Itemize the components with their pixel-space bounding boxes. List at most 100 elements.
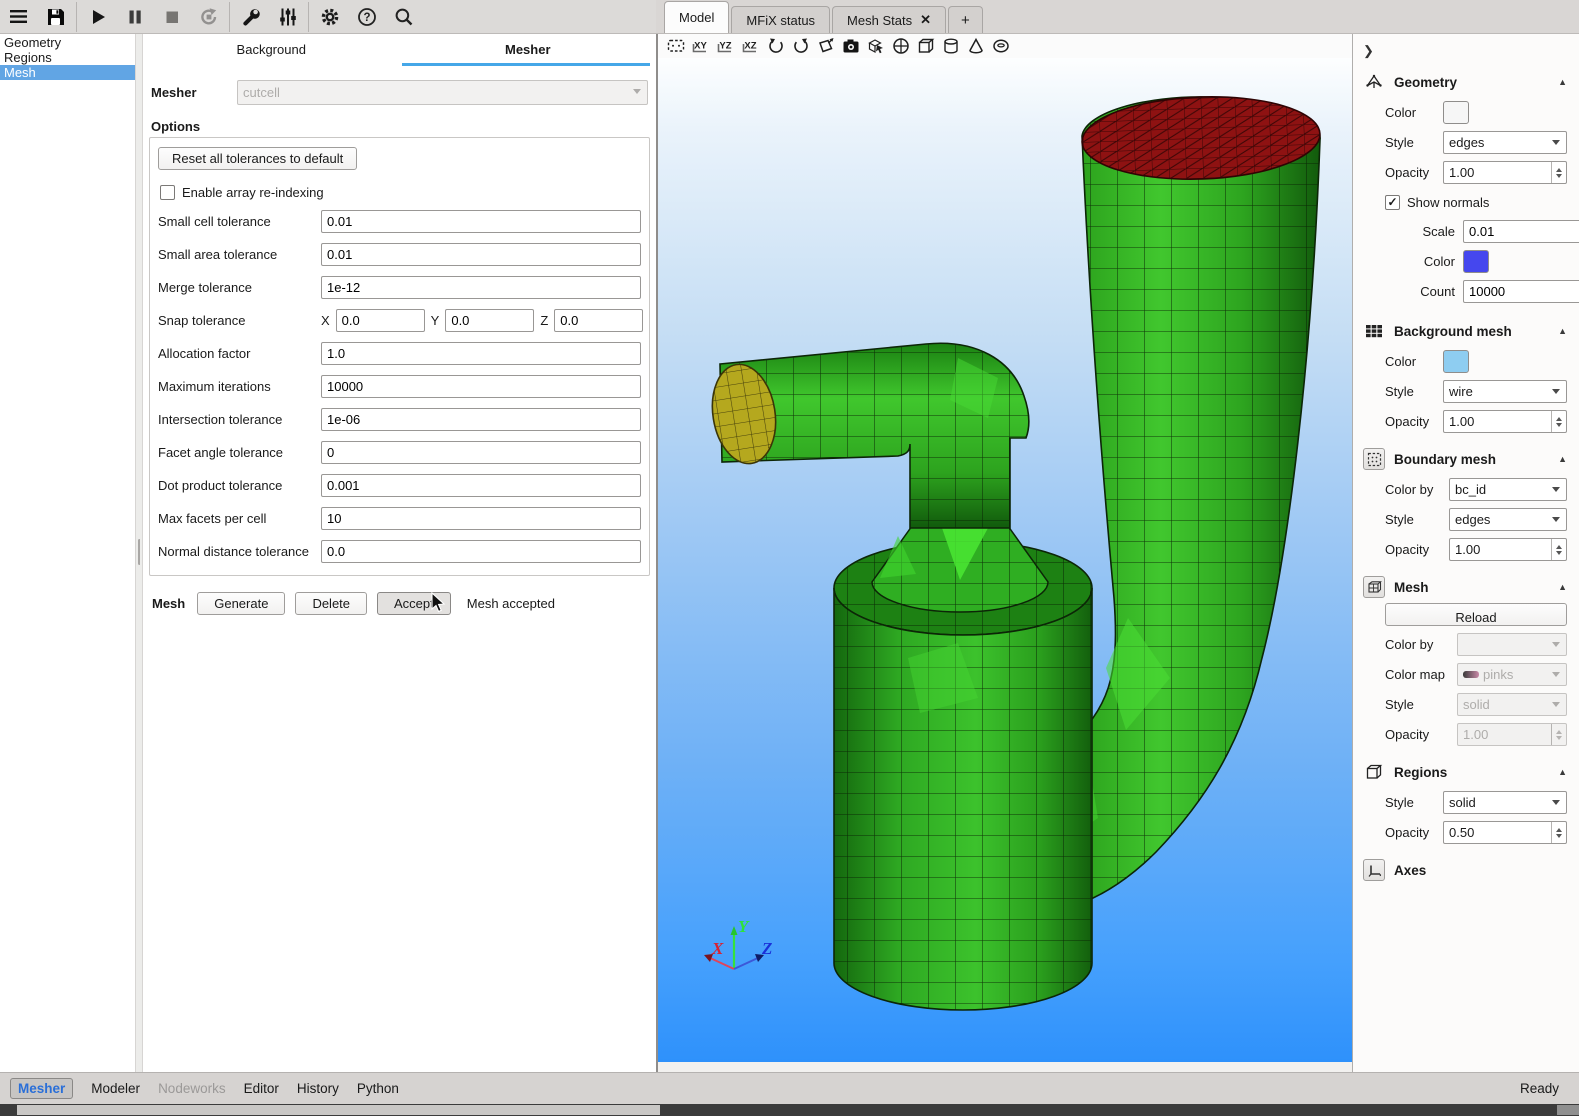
regions-icon <box>1363 761 1385 783</box>
max-facets-per-cell-input[interactable] <box>321 507 641 530</box>
snap-y-input[interactable] <box>445 309 534 332</box>
boundary-mesh-colorby-select[interactable]: bc_id <box>1449 478 1567 501</box>
horizontal-scrollbar[interactable] <box>0 1104 1579 1116</box>
snap-x-input[interactable] <box>336 309 425 332</box>
mesh-colormap-select[interactable]: pinks <box>1457 663 1567 686</box>
merge-tolerance-input[interactable] <box>321 276 641 299</box>
delete-button[interactable]: Delete <box>295 592 367 615</box>
intersection-tolerance-input[interactable] <box>321 408 641 431</box>
collapse-arrow-icon[interactable]: ▲ <box>1558 77 1569 87</box>
normals-color-swatch[interactable] <box>1463 250 1489 273</box>
facet-angle-tolerance-input[interactable] <box>321 441 641 464</box>
screenshot-camera-icon[interactable] <box>841 37 860 56</box>
normals-count-input[interactable] <box>1463 280 1579 303</box>
geometry-style-select[interactable]: edges <box>1443 131 1567 154</box>
perspective-icon[interactable] <box>816 37 835 56</box>
enable-array-checkbox[interactable] <box>160 185 175 200</box>
svg-text:YZ: YZ <box>719 41 731 52</box>
collapse-arrow-icon[interactable]: ▲ <box>1558 326 1569 336</box>
menu-icon[interactable] <box>0 2 37 32</box>
mode-editor[interactable]: Editor <box>244 1081 279 1096</box>
view-yz-icon[interactable]: YZ <box>716 37 735 56</box>
reset-icon[interactable] <box>190 2 227 32</box>
collapse-panel-icon[interactable]: ❯ <box>1363 42 1381 60</box>
cylinder-primitive-icon[interactable] <box>941 37 960 56</box>
sidebar-item-regions[interactable]: Regions <box>0 50 135 65</box>
mode-mesher[interactable]: Mesher <box>10 1078 73 1099</box>
new-tab-button[interactable]: + <box>948 6 983 33</box>
mesh-colorby-select[interactable] <box>1457 633 1567 656</box>
background-mesh-opacity-spinbox[interactable]: 1.00 <box>1443 410 1567 433</box>
show-normals-label: Show normals <box>1407 195 1489 210</box>
mesher-select[interactable]: cutcell <box>237 80 648 105</box>
tab-mesher[interactable]: Mesher <box>400 36 657 66</box>
view-xy-icon[interactable]: XY <box>691 37 710 56</box>
geometry-visibility-icon[interactable] <box>866 37 885 56</box>
mode-python[interactable]: Python <box>357 1081 399 1096</box>
scrollbar-thumb[interactable] <box>17 1105 660 1115</box>
search-icon[interactable] <box>385 2 422 32</box>
rotate-ccw-icon[interactable] <box>766 37 785 56</box>
regions-style-select[interactable]: solid <box>1443 791 1567 814</box>
reload-button[interactable]: Reload <box>1385 603 1567 626</box>
mesh-icon[interactable] <box>1363 576 1385 598</box>
boundary-mesh-icon[interactable] <box>1363 448 1385 470</box>
boundary-mesh-style-select[interactable]: edges <box>1449 508 1567 531</box>
small-cell-tolerance-input[interactable] <box>321 210 641 233</box>
small-area-tolerance-input[interactable] <box>321 243 641 266</box>
collapse-arrow-icon[interactable]: ▲ <box>1558 767 1569 777</box>
mesh-opacity-spinbox[interactable]: 1.00 <box>1457 723 1567 746</box>
geometry-opacity-spinbox[interactable]: 1.00 <box>1443 161 1567 184</box>
nav-sidebar: Geometry Regions Mesh <box>0 34 135 1072</box>
mode-history[interactable]: History <box>297 1081 339 1096</box>
panel-splitter[interactable] <box>135 34 143 1072</box>
regions-opacity-spinbox[interactable]: 0.50 <box>1443 821 1567 844</box>
reset-tolerances-button[interactable]: Reset all tolerances to default <box>158 147 357 170</box>
sidebar-item-mesh[interactable]: Mesh <box>0 65 135 80</box>
field-label: Allocation factor <box>158 346 321 361</box>
mesh-status-text: Mesh accepted <box>467 596 555 611</box>
sphere-primitive-icon[interactable] <box>891 37 910 56</box>
save-icon[interactable] <box>37 2 74 32</box>
axes-icon[interactable] <box>1363 859 1385 881</box>
tab-mesh-stats[interactable]: Mesh Stats✕ <box>832 6 946 33</box>
pause-icon[interactable] <box>116 2 153 32</box>
run-icon[interactable] <box>79 2 116 32</box>
background-mesh-style-select[interactable]: wire <box>1443 380 1567 403</box>
rotate-cw-icon[interactable] <box>791 37 810 56</box>
view-xz-icon[interactable]: XZ <box>741 37 760 56</box>
tab-model[interactable]: Model <box>664 1 729 33</box>
field-label: Normal distance tolerance <box>158 544 321 559</box>
torus-primitive-icon[interactable] <box>991 37 1010 56</box>
background-mesh-color-swatch[interactable] <box>1443 350 1469 373</box>
geometry-color-swatch[interactable] <box>1443 101 1469 124</box>
render-viewport[interactable]: X Y Z <box>656 58 1352 1062</box>
normal-distance-tolerance-input[interactable] <box>321 540 641 563</box>
generate-button[interactable]: Generate <box>197 592 285 615</box>
field-label: Facet angle tolerance <box>158 445 321 460</box>
tab-mfix-status[interactable]: MFiX status <box>731 6 830 33</box>
mesh-style-select[interactable]: solid <box>1457 693 1567 716</box>
mode-modeler[interactable]: Modeler <box>91 1081 140 1096</box>
stop-icon[interactable] <box>153 2 190 32</box>
help-icon[interactable]: ? <box>348 2 385 32</box>
normals-scale-input[interactable] <box>1463 220 1579 243</box>
snap-z-input[interactable] <box>554 309 643 332</box>
tab-background[interactable]: Background <box>143 36 400 66</box>
new-tab-label: + <box>961 12 970 29</box>
maximum-iterations-input[interactable] <box>321 375 641 398</box>
boundary-mesh-opacity-spinbox[interactable]: 1.00 <box>1449 538 1567 561</box>
reset-view-icon[interactable] <box>666 37 685 56</box>
build-wrench-icon[interactable] <box>232 2 269 32</box>
dot-product-tolerance-input[interactable] <box>321 474 641 497</box>
sidebar-item-geometry[interactable]: Geometry <box>0 35 135 50</box>
show-normals-checkbox[interactable]: ✓ <box>1385 195 1400 210</box>
close-tab-icon[interactable]: ✕ <box>920 12 931 28</box>
box-primitive-icon[interactable] <box>916 37 935 56</box>
tune-sliders-icon[interactable] <box>269 2 306 32</box>
settings-gear-icon[interactable] <box>311 2 348 32</box>
collapse-arrow-icon[interactable]: ▲ <box>1558 582 1569 592</box>
collapse-arrow-icon[interactable]: ▲ <box>1558 454 1569 464</box>
allocation-factor-input[interactable] <box>321 342 641 365</box>
cone-primitive-icon[interactable] <box>966 37 985 56</box>
